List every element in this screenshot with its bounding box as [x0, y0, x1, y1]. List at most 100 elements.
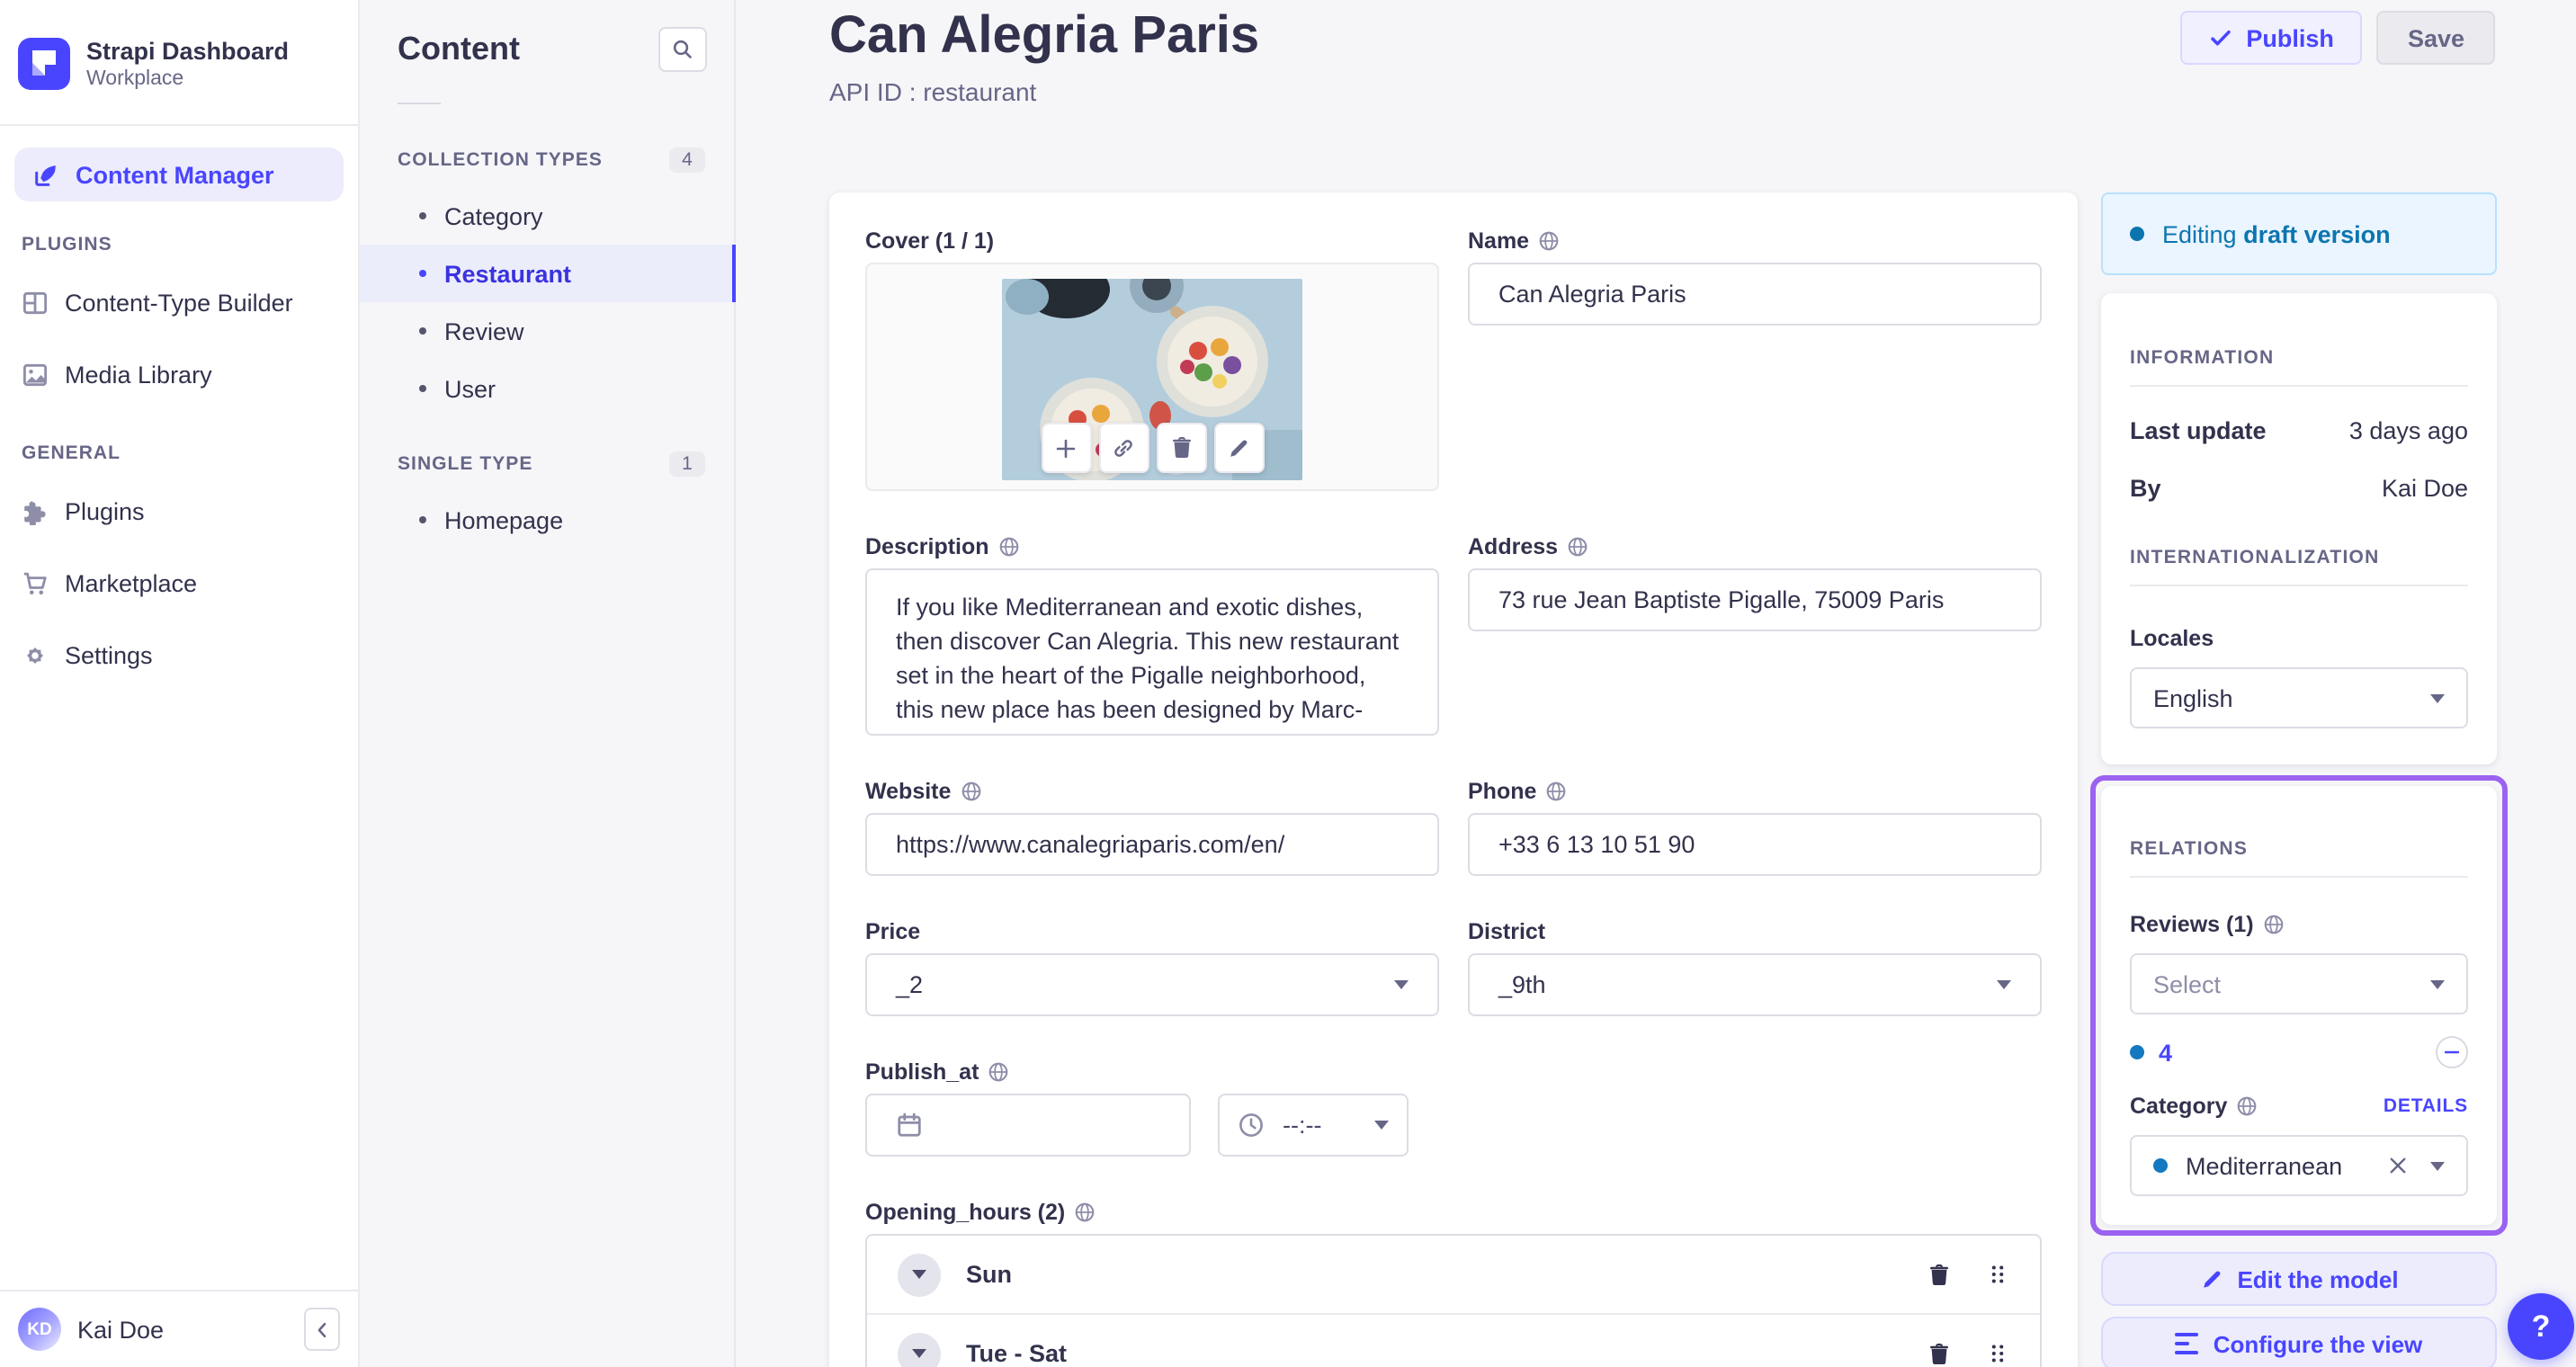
copy-link-button[interactable] [1098, 423, 1149, 473]
relation-item: 4 [2130, 1036, 2468, 1068]
field-label: Cover (1 / 1) [865, 228, 995, 254]
plus-icon [1054, 436, 1078, 460]
information-header: INFORMATION [2130, 347, 2275, 369]
feather-icon [32, 161, 59, 188]
sidebar-item-label: Plugins [65, 497, 145, 524]
collapse-sidebar-button[interactable] [304, 1308, 340, 1351]
field-label: District [1468, 919, 1546, 944]
price-select[interactable]: _2 [865, 953, 1439, 1016]
field-description: Description If you like Mediterranean an… [865, 534, 1439, 736]
link-icon [1112, 436, 1135, 460]
draft-status-banner: Editing draft version [2101, 192, 2497, 275]
sidebar-item-media-library[interactable]: Media Library [0, 338, 358, 410]
expand-row-button[interactable] [898, 1332, 941, 1367]
field-opening-hours: Opening_hours (2) Sun Tue - Sat [865, 1200, 2042, 1367]
page-title: Can Alegria Paris [829, 7, 1260, 65]
information-card: INFORMATION Last update 3 days ago By Ka… [2101, 293, 2497, 764]
picture-icon [22, 361, 49, 388]
accordion-row-sun: Sun [867, 1236, 2040, 1313]
globe-icon [1074, 1202, 1096, 1223]
drag-handle[interactable] [1986, 1263, 2009, 1286]
sidebar-item-content-manager[interactable]: Content Manager [14, 147, 344, 201]
edit-model-button[interactable]: Edit the model [2101, 1252, 2497, 1306]
puzzle-icon [22, 497, 49, 524]
field-cover: Cover (1 / 1) [865, 228, 1439, 491]
remove-relation-button[interactable] [2436, 1036, 2468, 1068]
help-button[interactable]: ? [2508, 1293, 2574, 1360]
primary-sidebar: Strapi Dashboard Workplace Content Manag… [0, 0, 360, 1367]
field-label: Website [865, 779, 952, 804]
sidebar-item-marketplace[interactable]: Marketplace [0, 547, 358, 619]
globe-icon [2263, 914, 2285, 935]
subnav-item-restaurant[interactable]: Restaurant [360, 245, 736, 302]
bullet-icon [419, 270, 426, 277]
draft-dot-icon [2130, 227, 2144, 241]
district-select[interactable]: _9th [1468, 953, 2042, 1016]
trash-icon [1927, 1341, 1952, 1366]
subnav-item-category[interactable]: Category [360, 187, 734, 245]
reviews-select[interactable]: Select [2130, 953, 2468, 1014]
delete-media-button[interactable] [1156, 423, 1206, 473]
add-media-button[interactable] [1041, 423, 1091, 473]
field-publish-at: Publish_at --:-- [865, 1059, 1439, 1157]
sidebar-item-label: Media Library [65, 361, 212, 388]
search-button[interactable] [658, 27, 707, 72]
sidebar-item-content-type-builder[interactable]: Content-Type Builder [0, 266, 358, 338]
bullet-icon [419, 327, 426, 335]
field-phone: Phone +33 6 13 10 51 90 [1468, 779, 2042, 876]
description-textarea[interactable]: If you like Mediterranean and exotic dis… [865, 568, 1439, 736]
sidebar-item-settings[interactable]: Settings [0, 619, 358, 691]
search-icon [671, 38, 694, 61]
delete-row-button[interactable] [1927, 1341, 1952, 1366]
delete-row-button[interactable] [1927, 1262, 1952, 1287]
subnav-item-label: Homepage [444, 506, 564, 533]
address-input[interactable]: 73 rue Jean Baptiste Pigalle, 75009 Pari… [1468, 568, 2042, 631]
chevron-down-icon [2430, 693, 2445, 702]
avatar[interactable]: KD [18, 1308, 61, 1351]
subnav-item-homepage[interactable]: Homepage [360, 491, 734, 549]
clear-category-button[interactable] [2387, 1155, 2409, 1176]
edit-media-button[interactable] [1213, 423, 1264, 473]
pencil-icon [2199, 1267, 2223, 1291]
field-label: Address [1468, 534, 1559, 559]
drag-handle[interactable] [1986, 1342, 2009, 1365]
subnav-item-user[interactable]: User [360, 360, 734, 417]
accordion-row-tue-sat: Tue - Sat [867, 1313, 2040, 1367]
subnav-item-review[interactable]: Review [360, 302, 734, 360]
chevron-down-icon [912, 1349, 926, 1358]
field-label: Name [1468, 228, 1530, 254]
configure-view-button[interactable]: Configure the view [2101, 1317, 2497, 1367]
trash-icon [1927, 1262, 1952, 1287]
district-value: _9th [1498, 971, 1546, 998]
website-input[interactable]: https://www.canalegriaparis.com/en/ [865, 813, 1439, 876]
cover-media-zone[interactable] [865, 263, 1439, 491]
locales-label: Locales [2130, 626, 2214, 651]
globe-icon [988, 1061, 1009, 1083]
name-input[interactable]: Can Alegria Paris [1468, 263, 2042, 326]
globe-icon [1567, 536, 1588, 558]
locale-select[interactable]: English [2130, 667, 2468, 728]
details-link[interactable]: DETAILS [2384, 1095, 2468, 1117]
phone-input[interactable]: +33 6 13 10 51 90 [1468, 813, 2042, 876]
info-row-last-update: Last update 3 days ago [2130, 417, 2468, 444]
workspace-title: Strapi Dashboard [86, 37, 290, 64]
chevron-down-icon [1374, 1121, 1389, 1130]
locale-value: English [2153, 684, 2233, 711]
relation-link[interactable]: 4 [2159, 1039, 2172, 1066]
workspace-header[interactable]: Strapi Dashboard Workplace [0, 0, 358, 104]
field-label: Phone [1468, 779, 1537, 804]
expand-row-button[interactable] [898, 1253, 941, 1296]
calendar-icon [896, 1112, 923, 1139]
field-label: Price [865, 919, 921, 944]
category-select[interactable]: Mediterranean [2130, 1135, 2468, 1196]
save-button[interactable]: Save [2376, 11, 2495, 65]
divider [2130, 876, 2468, 878]
publish-button[interactable]: Publish [2179, 11, 2363, 65]
status-dot-icon [2153, 1158, 2168, 1173]
time-select[interactable]: --:-- [1218, 1094, 1409, 1157]
price-value: _2 [896, 971, 924, 998]
sidebar-item-plugins[interactable]: Plugins [0, 475, 358, 547]
globe-icon [998, 536, 1020, 558]
date-input[interactable] [865, 1094, 1191, 1157]
